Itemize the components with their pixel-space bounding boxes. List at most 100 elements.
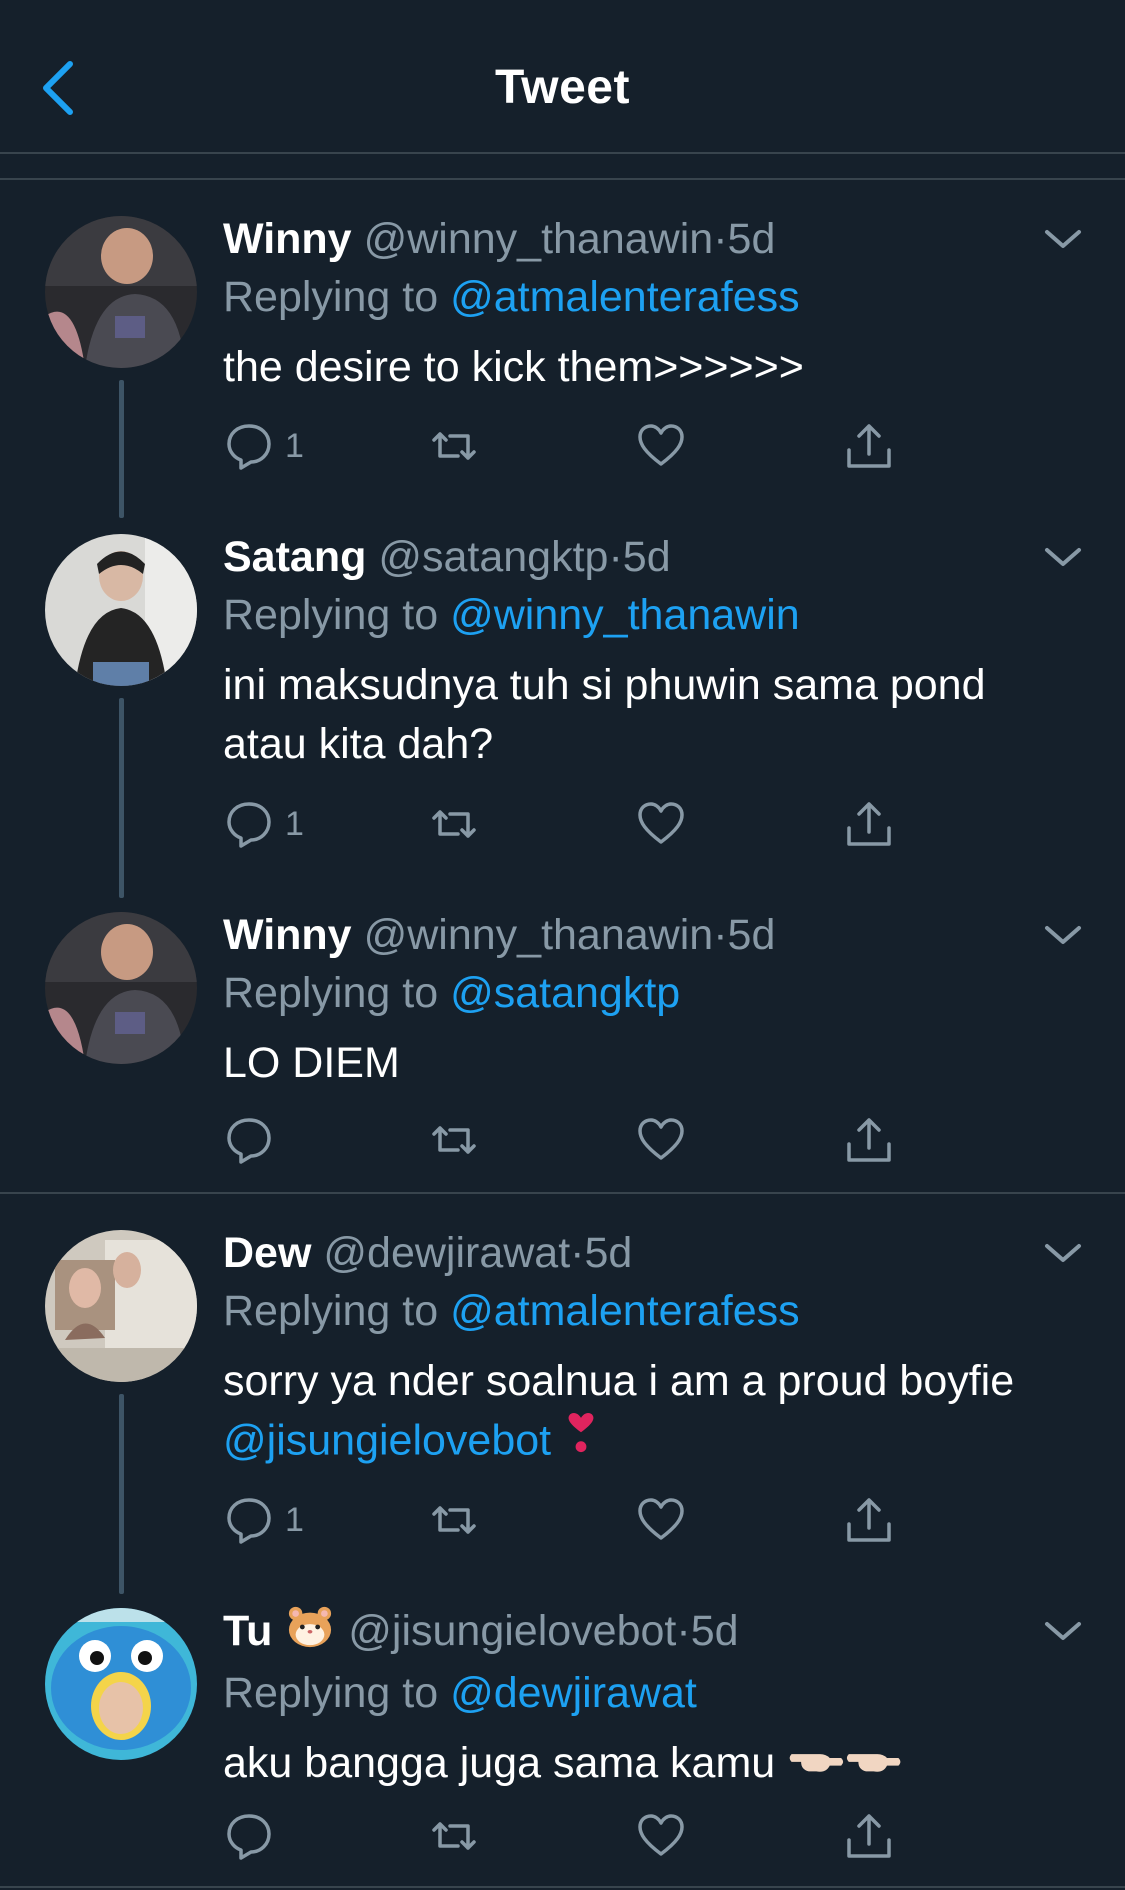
reply-button[interactable]: 1: [223, 416, 304, 476]
reply-count: 1: [285, 426, 304, 465]
reply-mention-link[interactable]: @atmalenterafess: [450, 273, 800, 321]
avatar[interactable]: [45, 1608, 197, 1760]
heart-icon: [638, 1118, 684, 1160]
chevron-down-icon[interactable]: [1041, 920, 1085, 950]
tweet-text-line: atau kita dah?: [223, 720, 494, 768]
thread-line: [119, 698, 124, 898]
chevron-down-icon[interactable]: [1041, 1238, 1085, 1268]
timestamp[interactable]: 5d: [623, 533, 671, 581]
share-icon: [847, 1498, 891, 1542]
reply-mention-link[interactable]: @atmalenterafess: [450, 1287, 800, 1335]
share-button[interactable]: [843, 1110, 895, 1170]
thread-line: [119, 1394, 124, 1594]
tweet-actions: 1: [223, 416, 923, 476]
user-handle[interactable]: @winny_thanawin: [364, 911, 714, 959]
retweet-icon: [432, 1822, 476, 1850]
divider: [0, 178, 1125, 180]
timestamp[interactable]: 5d: [728, 911, 776, 959]
display-name[interactable]: Winny: [223, 215, 352, 263]
tweet-content: Tu 🐹 @jisungielovebot·5d Replying to @de…: [223, 1602, 1085, 1795]
like-button[interactable]: [635, 794, 687, 854]
reply-button[interactable]: [223, 1806, 285, 1866]
replying-to: Replying to @satangktp: [223, 964, 1085, 1022]
heart-icon: [638, 1498, 684, 1540]
divider: [0, 1192, 1125, 1194]
retweet-button[interactable]: [428, 1806, 480, 1866]
share-icon: [847, 1814, 891, 1858]
reply-mention-link[interactable]: @dewjirawat: [450, 1669, 697, 1717]
reply-button[interactable]: 1: [223, 794, 304, 854]
tweet-text-line: ini maksudnya tuh si phuwin sama pond: [223, 661, 986, 709]
tweet-text-line: aku bangga juga sama kamu: [223, 1739, 776, 1788]
tweet-header: Satang @satangktp·5d: [223, 528, 1085, 586]
retweet-button[interactable]: [428, 416, 480, 476]
like-button[interactable]: [635, 1806, 687, 1866]
share-button[interactable]: [843, 1806, 895, 1866]
share-icon: [847, 424, 891, 468]
display-name[interactable]: Winny: [223, 911, 352, 959]
tweet-content: Satang @satangktp·5d Replying to @winny_…: [223, 528, 1085, 774]
retweet-icon: [432, 1506, 476, 1534]
replying-to: Replying to @dewjirawat: [223, 1664, 1085, 1722]
tweet-header: Winny @winny_thanawin·5d: [223, 906, 1085, 964]
user-handle[interactable]: @satangktp: [378, 533, 608, 581]
tweet-header: Tu 🐹 @jisungielovebot·5d: [223, 1602, 1085, 1664]
reply-mention-link[interactable]: @winny_thanawin: [450, 591, 800, 639]
reply-mention-link[interactable]: @satangktp: [450, 969, 680, 1017]
hamster-emoji: [284, 1603, 336, 1664]
tweet-header: Winny @winny_thanawin·5d: [223, 210, 1085, 268]
tweet-text: LO DIEM: [223, 1039, 400, 1087]
separator-dot: ·: [676, 1607, 691, 1655]
chevron-down-icon[interactable]: [1041, 224, 1085, 254]
user-handle[interactable]: @dewjirawat: [323, 1229, 570, 1277]
body-mention-link[interactable]: @jisungielovebot: [223, 1416, 551, 1464]
tweet-text: the desire to kick them>>>>>>: [223, 343, 804, 391]
reply-icon: [227, 1814, 271, 1860]
page-title: Tweet: [495, 61, 630, 114]
tweet-text: aku bangga juga sama kamu 👈🏻👈🏻: [223, 1734, 1085, 1795]
retweet-button[interactable]: [428, 1110, 480, 1170]
share-button[interactable]: [843, 794, 895, 854]
chevron-down-icon[interactable]: [1041, 1616, 1085, 1646]
retweet-button[interactable]: [428, 794, 480, 854]
tweet-content: Winny @winny_thanawin·5d Replying to @at…: [223, 210, 1085, 397]
reply-button[interactable]: [223, 1110, 285, 1170]
tweet-text-line: sorry ya nder soalnua i am a proud boyfi…: [223, 1357, 1015, 1405]
avatar[interactable]: [45, 534, 197, 686]
avatar[interactable]: [45, 1230, 197, 1382]
share-button[interactable]: [843, 416, 895, 476]
replying-to-label: Replying to: [223, 273, 451, 321]
timestamp[interactable]: 5d: [585, 1229, 633, 1277]
replying-to-label: Replying to: [223, 591, 451, 639]
share-button[interactable]: [843, 1490, 895, 1550]
tweet-actions: [223, 1806, 923, 1866]
tweet-actions: 1: [223, 794, 923, 854]
chevron-down-icon[interactable]: [1041, 542, 1085, 572]
avatar[interactable]: [45, 912, 197, 1064]
like-button[interactable]: [635, 1110, 687, 1170]
reply-icon: [227, 802, 271, 848]
retweet-icon: [432, 1126, 476, 1154]
display-name[interactable]: Satang: [223, 533, 366, 581]
heart-icon: [638, 802, 684, 844]
replying-to: Replying to @atmalenterafess: [223, 1282, 1085, 1340]
thread-line: [119, 380, 124, 518]
reply-icon: [227, 1118, 271, 1164]
reply-count: 1: [285, 1500, 304, 1539]
like-button[interactable]: [635, 416, 687, 476]
like-button[interactable]: [635, 1490, 687, 1550]
avatar[interactable]: [45, 216, 197, 368]
retweet-button[interactable]: [428, 1490, 480, 1550]
reply-button[interactable]: 1: [223, 1490, 304, 1550]
user-handle[interactable]: @winny_thanawin: [364, 215, 714, 263]
divider: [0, 1886, 1125, 1888]
timestamp[interactable]: 5d: [691, 1607, 739, 1655]
share-icon: [847, 1118, 891, 1162]
tweet-text: ini maksudnya tuh si phuwin sama pond at…: [223, 656, 1085, 774]
display-name[interactable]: Tu: [223, 1607, 272, 1655]
tweet-content: Winny @winny_thanawin·5d Replying to @sa…: [223, 906, 1085, 1093]
user-handle[interactable]: @jisungielovebot: [348, 1607, 676, 1655]
tweet-actions: 1: [223, 1490, 923, 1550]
display-name[interactable]: Dew: [223, 1229, 311, 1277]
timestamp[interactable]: 5d: [728, 215, 776, 263]
